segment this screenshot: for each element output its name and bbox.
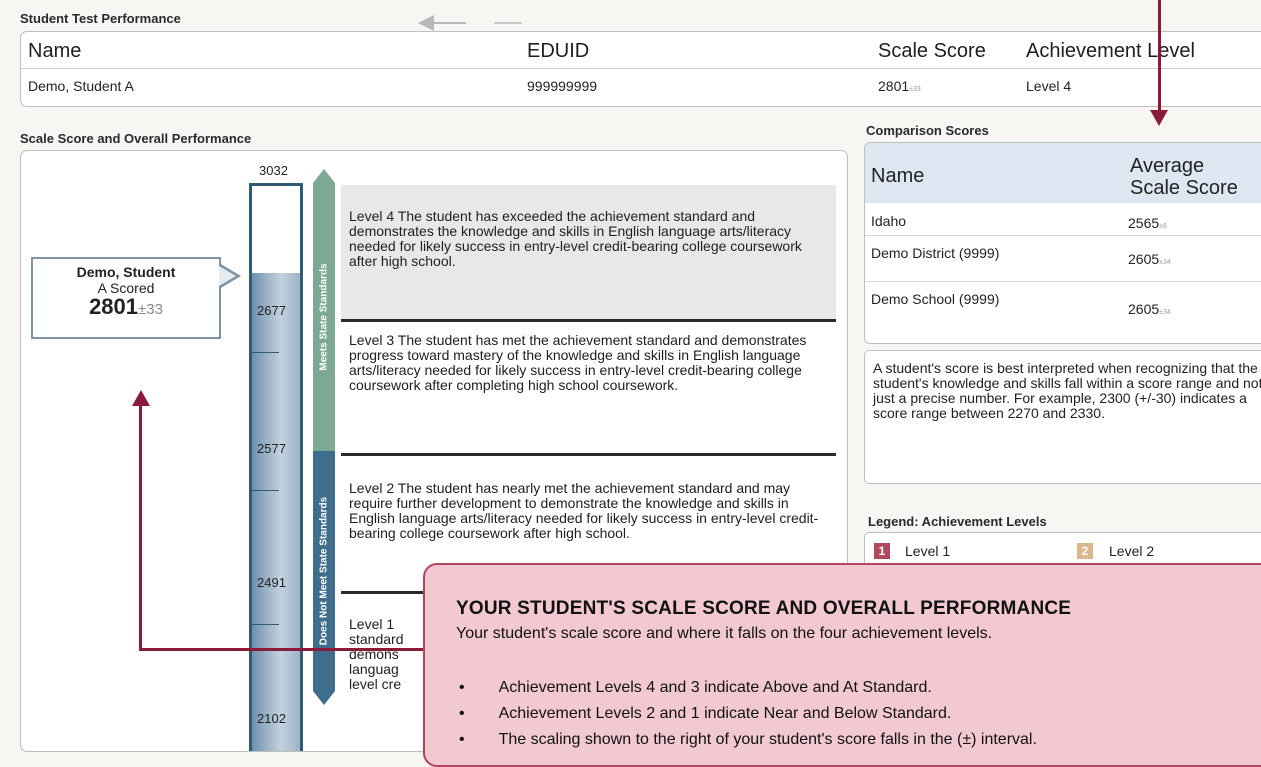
meets-standards-label: Meets State Standards	[318, 263, 330, 371]
student-test-performance-title: Student Test Performance	[20, 11, 181, 26]
comparison-row-score: 2605±34	[1128, 251, 1171, 267]
divider-dash	[494, 22, 522, 24]
overlay-bullet: • Achievement Levels 2 and 1 indicate Nea…	[459, 705, 952, 722]
scale-section-title: Scale Score and Overall Performance	[20, 131, 252, 146]
comparison-header-avg-line2: Scale Score	[1130, 177, 1238, 199]
comparison-table: Name Average Scale Score Idaho 2565±6 De…	[864, 142, 1261, 344]
level-2-label: Level 2	[349, 480, 395, 496]
comparison-row-separator	[865, 281, 1261, 282]
comparison-row-name: Idaho	[871, 213, 907, 229]
level-1-label: Level 1	[349, 616, 395, 632]
student-eduid: 999999999	[527, 78, 598, 94]
annotation-line	[1158, 0, 1161, 110]
not-meets-standards-label: Does Not Meet State Standards	[318, 496, 330, 646]
comparison-title: Comparison Scores	[866, 123, 989, 138]
scale-score-pm: ±33	[909, 86, 921, 93]
level-1-line: standard	[349, 631, 404, 647]
header-achievement-level: Achievement Level	[1026, 40, 1195, 62]
overlay-bullet: • The scaling shown to the right of your …	[459, 731, 1037, 748]
header-name: Name	[28, 40, 82, 62]
not-meets-standards-bar: Does Not Meet State Standards	[313, 451, 335, 705]
tick-3032: 3032	[259, 163, 288, 178]
meets-standards-bar: Meets State Standards	[313, 169, 335, 451]
comparison-header-avg: Average Scale Score	[1130, 155, 1238, 199]
level-1-line: languag	[349, 661, 399, 677]
score-interpretation-note: A student's score is best interpreted wh…	[864, 350, 1261, 484]
scale-column	[249, 183, 303, 751]
level-divider	[341, 453, 836, 456]
comparison-score-pm: ±34	[1159, 309, 1171, 316]
callout-student-name: Demo, Student	[76, 264, 176, 280]
overlay-title: YOUR STUDENT'S SCALE SCORE AND OVERALL P…	[456, 598, 1072, 619]
overlay-subtitle: Your student's scale score and where it …	[456, 625, 993, 642]
overlay-bullet-text: Achievement Levels 2 and 1 indicate Near…	[498, 705, 952, 722]
student-scale-score: 2801±33	[878, 78, 921, 94]
level-3-label: Level 3	[349, 332, 395, 348]
annotation-arrow-down-icon	[1150, 110, 1168, 126]
level-divider	[341, 319, 836, 322]
tick-line-2677	[249, 352, 279, 353]
level-2-description: Level 2 The student has nearly met the a…	[349, 481, 819, 541]
overlay-bullet-text: Achievement Levels 4 and 3 indicate Abov…	[498, 679, 932, 696]
level-3-description: Level 3 The student has met the achievem…	[349, 333, 819, 393]
comparison-score-value: 2605	[1128, 301, 1160, 317]
level-4-label: Level 4	[349, 208, 395, 224]
callout-score: 2801±33	[33, 296, 219, 321]
callout-score-value: 2801	[89, 294, 139, 319]
comparison-row-name: Demo School (9999)	[871, 291, 1000, 307]
legend-swatch-level-2: 2	[1077, 543, 1093, 559]
level-3-text: The student has met the achievement stan…	[349, 332, 807, 393]
comparison-row-name: Demo District (9999)	[871, 245, 1000, 261]
comparison-score-pm: ±6	[1159, 223, 1167, 230]
student-achievement-level: Level 4	[1026, 78, 1072, 94]
level-4-description: Level 4 The student has exceeded the ach…	[349, 209, 819, 269]
explanation-overlay: YOUR STUDENT'S SCALE SCORE AND OVERALL P…	[423, 563, 1261, 767]
comparison-row-score: 2565±6	[1128, 215, 1167, 231]
tick-2577: 2577	[257, 441, 286, 456]
scale-score-value: 2801	[878, 78, 910, 94]
level-4-text: The student has exceeded the achievement…	[349, 208, 802, 269]
annotation-line	[139, 404, 142, 650]
comparison-score-value: 2605	[1128, 251, 1160, 267]
comparison-score-pm: ±34	[1159, 259, 1171, 266]
tick-2491: 2491	[257, 575, 286, 590]
level-2-text: The student has nearly met the achieveme…	[349, 480, 819, 541]
callout-score-pm: ±33	[138, 301, 163, 318]
header-scale-score: Scale Score	[878, 40, 986, 62]
comparison-row-score: 2605±34	[1128, 301, 1171, 317]
back-arrow-line	[420, 22, 466, 24]
comparison-header-avg-line1: Average	[1130, 155, 1205, 177]
callout-pointer-inner	[219, 266, 236, 286]
tick-line-2491	[249, 624, 279, 625]
tick-line-2577	[249, 490, 279, 491]
legend-swatch-level-1: 1	[874, 543, 890, 559]
overlay-bullet-text: The scaling shown to the right of your s…	[498, 731, 1037, 748]
student-score-callout: Demo, Student A Scored 2801±33	[31, 257, 221, 339]
scale-fill	[252, 273, 300, 751]
student-name: Demo, Student A	[28, 78, 134, 94]
legend-title: Legend: Achievement Levels	[868, 514, 1047, 529]
overlay-bullet: • Achievement Levels 4 and 3 indicate Abo…	[459, 679, 932, 696]
legend-label-level-1: Level 1	[905, 543, 951, 559]
comparison-row-separator	[865, 235, 1261, 236]
table-separator	[21, 68, 1261, 69]
tick-2102: 2102	[257, 711, 286, 726]
tick-2677: 2677	[257, 303, 286, 318]
legend-label-level-2: Level 2	[1109, 543, 1155, 559]
comparison-score-value: 2565	[1128, 215, 1160, 231]
header-eduid: EDUID	[527, 40, 590, 62]
comparison-header-name: Name	[871, 165, 925, 187]
note-text: A student's score is best interpreted wh…	[873, 360, 1261, 421]
annotation-line	[139, 648, 429, 651]
level-1-line: level cre	[349, 676, 402, 692]
student-test-performance-table: Name EDUID Scale Score Achievement Level…	[20, 31, 1261, 107]
